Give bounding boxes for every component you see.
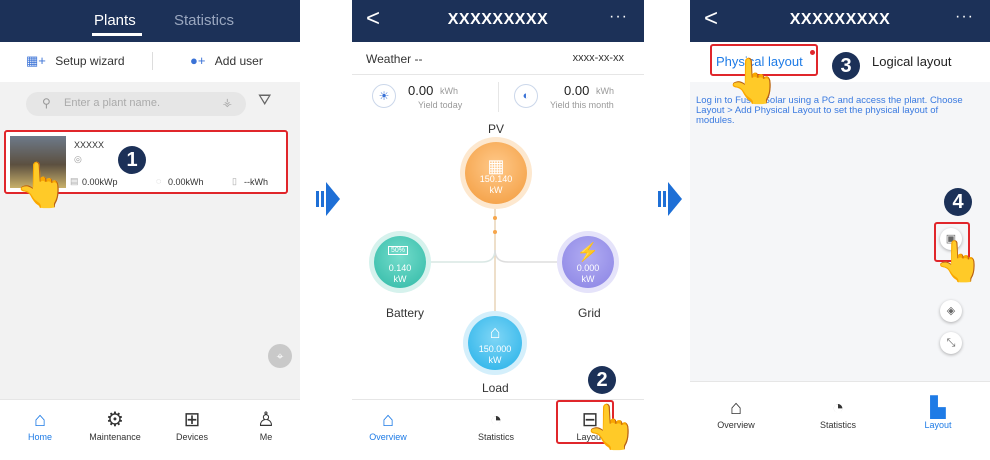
plants-header: Plants Statistics <box>0 0 300 42</box>
search-placeholder: Enter a plant name. <box>64 97 161 109</box>
nav-home-label: Home <box>27 432 52 442</box>
grid-node[interactable]: ⚡ 0.000 kW <box>562 236 614 288</box>
fit-screen-button[interactable]: ⤡ <box>940 332 962 354</box>
load-unit: kW <box>488 355 502 366</box>
nav-overview[interactable]: ⌂ Overview <box>358 408 418 442</box>
search-icon: ⚲ <box>42 96 51 110</box>
battery-power: 0.140 kW <box>374 263 426 285</box>
location-button[interactable]: ⌖ <box>268 344 292 368</box>
nav-overview-label: Overview <box>369 432 407 442</box>
grid-unit: kW <box>581 274 595 285</box>
devices-icon: ⊞ <box>183 409 201 431</box>
pv-label: PV <box>488 122 505 136</box>
pv-value: 150.140 <box>479 174 513 185</box>
add-user-button[interactable]: ●+ Add user <box>190 53 263 68</box>
nav-maintenance-label: Maintenance <box>89 432 141 442</box>
load-node[interactable]: ⌂ 150.000 kW <box>468 316 522 370</box>
layout-screen: < XXXXXXXXX ··· Physical layout Logical … <box>690 0 990 460</box>
bottom-nav: ⌂ Overview ◔ Statistics ▙ Layout <box>690 381 990 460</box>
layers-button[interactable]: ◈ <box>940 300 962 322</box>
more-options-icon[interactable]: ··· <box>955 8 974 26</box>
battery-value: 0.140 <box>388 263 412 274</box>
pie-chart-icon: ◔ <box>489 409 503 431</box>
add-user-label: Add user <box>214 54 263 68</box>
power-tower-icon: ⚡ <box>576 242 600 262</box>
pv-power: 150.140 kW <box>465 174 527 196</box>
grid-label: Grid <box>578 306 601 320</box>
nav-me-label: Me <box>259 432 273 442</box>
tab-plants-underline <box>92 33 142 36</box>
nav-statistics[interactable]: ◔ Statistics <box>466 408 526 442</box>
grid-power: 0.000 kW <box>562 263 614 285</box>
add-user-icon: ●+ <box>190 53 206 68</box>
step-2-callout: 2 <box>588 366 616 394</box>
tab-logical-layout[interactable]: Logical layout <box>872 54 952 69</box>
pointer-hand-icon: 👆 <box>934 240 984 284</box>
battery-node[interactable]: 50% 0.140 kW <box>374 236 426 288</box>
battery-label: Battery <box>386 306 425 320</box>
person-icon: ♙ <box>257 409 275 431</box>
pv-node[interactable]: ▦ 150.140 kW <box>465 142 527 204</box>
bottom-nav: ⌂ Home ⚙ Maintenance ⊞ Devices ♙ Me <box>0 399 300 460</box>
nav-statistics-label: Statistics <box>819 420 856 430</box>
house-icon: ⌂ <box>489 322 501 342</box>
flow-arrow-icon <box>316 182 340 216</box>
pie-chart-icon: ◔ <box>831 397 845 419</box>
load-label: Load <box>482 381 509 395</box>
setup-wizard-label: Setup wizard <box>55 54 125 68</box>
nav-layout-label: Layout <box>924 420 952 430</box>
plants-screen: Plants Statistics ▦+ Setup wizard ●+ Add… <box>0 0 300 460</box>
nav-statistics[interactable]: ◔ Statistics <box>808 396 868 430</box>
nav-overview-label: Overview <box>717 420 755 430</box>
step-4-callout: 4 <box>944 188 972 216</box>
layout-header: < XXXXXXXXX ··· <box>690 0 990 42</box>
wizard-icon: ▦+ <box>26 53 46 68</box>
divider <box>152 52 153 70</box>
step-3-callout: 3 <box>832 52 860 80</box>
load-value: 150.000 <box>478 344 512 355</box>
nav-me[interactable]: ♙ Me <box>236 408 296 442</box>
nav-layout[interactable]: ▙ Layout <box>908 396 968 430</box>
pointer-hand-icon: 👆 <box>14 161 69 210</box>
nav-home[interactable]: ⌂ Home <box>10 408 70 442</box>
nav-devices[interactable]: ⊞ Devices <box>162 408 222 442</box>
plant-title: XXXXXXXXX <box>789 11 891 28</box>
grid-value: 0.000 <box>576 263 600 274</box>
pointer-hand-icon: 👆 <box>584 403 639 452</box>
nav-overview[interactable]: ⌂ Overview <box>706 396 766 430</box>
tab-statistics[interactable]: Statistics <box>174 12 234 29</box>
home-icon: ⌂ <box>33 409 47 431</box>
search-input[interactable]: ⚲ Enter a plant name. ⚶ <box>26 92 246 116</box>
nav-maintenance[interactable]: ⚙ Maintenance <box>85 408 145 442</box>
maintenance-icon: ⚙ <box>106 409 124 431</box>
tab-plants[interactable]: Plants <box>94 12 136 29</box>
battery-unit: kW <box>393 274 407 285</box>
nav-devices-label: Devices <box>175 432 208 442</box>
setup-wizard-button[interactable]: ▦+ Setup wizard <box>26 53 125 69</box>
load-power: 150.000 kW <box>468 344 522 366</box>
action-bar: ▦+ Setup wizard ●+ Add user <box>0 42 300 83</box>
flow-arrow-icon <box>658 182 682 216</box>
nav-statistics-label: Statistics <box>477 432 514 442</box>
home-icon: ⌂ <box>381 409 395 431</box>
step-1-callout: 1 <box>118 146 146 174</box>
plant-tree-icon: ⚶ <box>222 97 232 109</box>
filter-icon[interactable]: ⛛ <box>258 92 271 110</box>
battery-soc-icon: 50% <box>388 246 409 255</box>
home-icon: ⌂ <box>729 397 743 419</box>
plant-overview-screen: < XXXXXXXXX ··· Weather -- xxxx-xx-xx ☀ … <box>352 0 644 460</box>
layout-icon: ▙ <box>930 397 946 419</box>
pv-unit: kW <box>489 185 503 196</box>
pointer-hand-icon: 👆 <box>726 57 781 106</box>
